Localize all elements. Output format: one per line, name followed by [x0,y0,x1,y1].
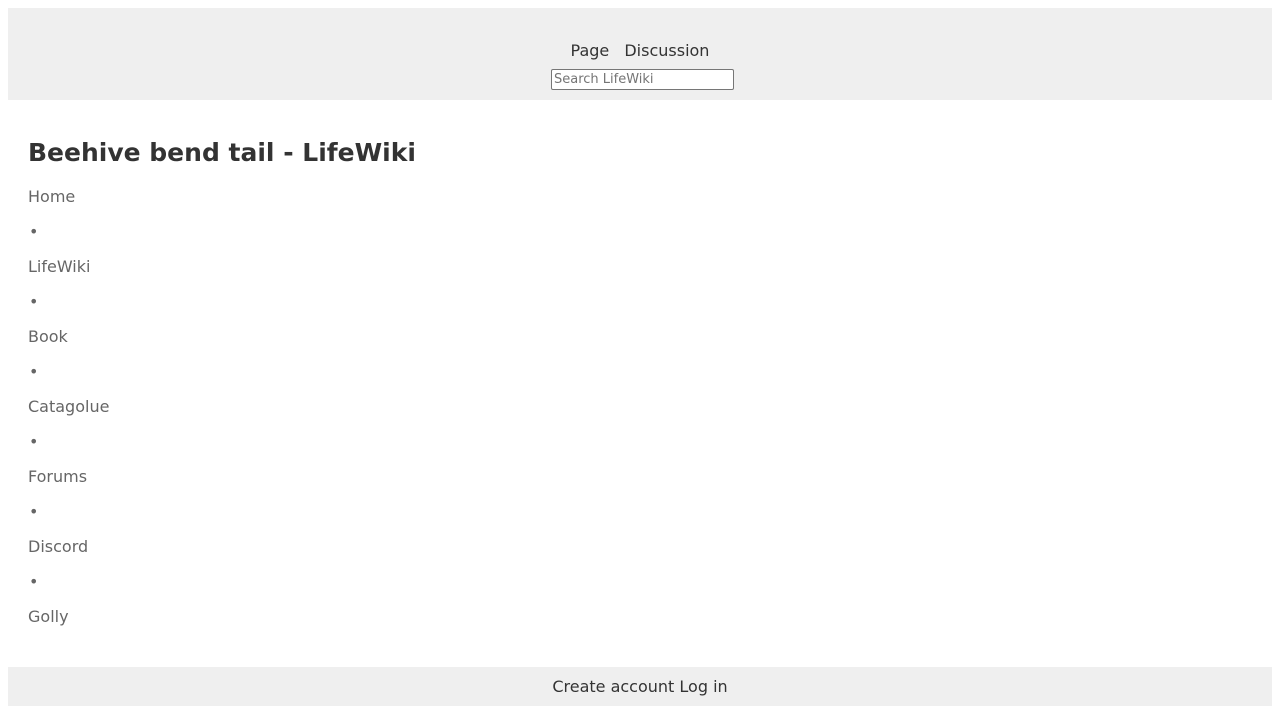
tab-discussion[interactable]: Discussion [624,42,709,60]
create-account-link[interactable]: Create account [552,677,674,696]
nav-separator: • [29,502,39,521]
page: Page Discussion Beehive bend tail - Life… [0,0,1280,720]
nav-link-forums[interactable]: Forums [28,467,87,486]
nav-separator: • [29,362,39,381]
tab-page[interactable]: Page [571,42,610,60]
nav-separator: • [29,222,39,241]
page-title: Beehive bend tail - LifeWiki [28,138,416,167]
nav-separator: • [29,292,39,311]
nav-link-book[interactable]: Book [28,327,68,346]
site-nav: Home • LifeWiki • Book • Catagolue • For… [28,188,109,643]
footer-bar: Create account Log in [8,667,1272,706]
nav-link-home[interactable]: Home [28,187,75,206]
nav-link-golly[interactable]: Golly [28,607,69,626]
page-tabs: Page Discussion [8,42,1272,60]
nav-link-catagolue[interactable]: Catagolue [28,397,109,416]
nav-separator: • [29,572,39,591]
search-input[interactable] [551,69,734,90]
nav-separator: • [29,432,39,451]
log-in-link[interactable]: Log in [679,677,727,696]
nav-link-lifewiki[interactable]: LifeWiki [28,257,90,276]
nav-link-discord[interactable]: Discord [28,537,88,556]
header-bar: Page Discussion [8,8,1272,100]
